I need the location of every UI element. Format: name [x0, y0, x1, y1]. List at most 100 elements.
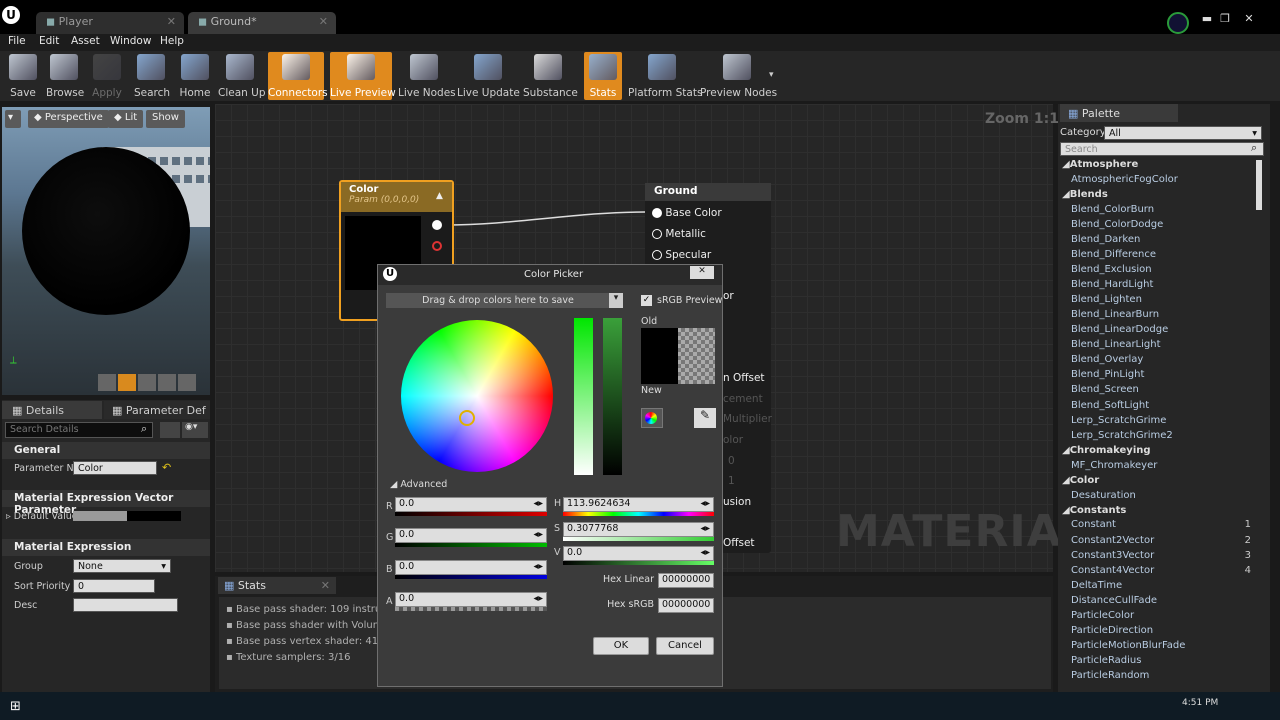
palette-item[interactable]: Blend_HardLight	[1071, 279, 1251, 290]
tab-ground[interactable]: ◼ Ground* ✕	[188, 12, 336, 34]
srgb-preview-checkbox[interactable]: ✓	[641, 295, 652, 306]
palette-item[interactable]: Blend_Difference	[1071, 249, 1251, 260]
toolbar-overflow-icon[interactable]: ▾	[769, 70, 774, 80]
preview-nodes-button[interactable]: Preview Nodes	[700, 52, 777, 100]
save-button[interactable]: Save	[8, 52, 38, 100]
s-value-input[interactable]: 0.3077768 ◂▸	[563, 522, 714, 537]
vector-parameter-section[interactable]: Material Expression Vector Parameter	[2, 490, 210, 516]
palette-category[interactable]: ◢Chromakeying	[1062, 445, 1252, 456]
palette-category[interactable]: ◢Constants	[1062, 505, 1252, 516]
chevron-down-icon[interactable]: ▾	[609, 293, 623, 308]
close-window-button[interactable]: ✕	[1240, 12, 1258, 26]
palette-item[interactable]: Blend_Lighten	[1071, 294, 1251, 305]
palette-item[interactable]: ParticleDirection	[1071, 625, 1251, 636]
live-nodes-button[interactable]: Live Nodes	[398, 52, 456, 100]
collapse-arrow-icon[interactable]: ▲	[436, 191, 443, 201]
color-wheel[interactable]	[401, 320, 553, 472]
h-value-input[interactable]: 113.9624634 ◂▸	[563, 497, 714, 512]
view-options-button[interactable]	[160, 422, 180, 438]
maximize-button[interactable]: ❐	[1216, 12, 1234, 26]
palette-item[interactable]: ParticleMotionBlurFade	[1071, 640, 1251, 651]
source-control-icon[interactable]	[1167, 12, 1189, 34]
clean-up-button[interactable]: Clean Up	[218, 52, 266, 100]
platform-stats-button[interactable]: Platform Stats	[628, 52, 702, 100]
cylinder-shape-button[interactable]	[98, 374, 116, 391]
search-button[interactable]: Search	[134, 52, 170, 100]
palette-search-input[interactable]: Search	[1060, 142, 1264, 156]
minimize-button[interactable]: ▬	[1198, 12, 1216, 26]
r-value-input[interactable]: 0.0 ◂▸	[395, 497, 547, 512]
menu-edit[interactable]: Edit	[39, 35, 59, 47]
cube-shape-button[interactable]	[158, 374, 176, 391]
tab-parameter-defaults[interactable]: ▦ Parameter Def	[104, 401, 210, 419]
live-update-button[interactable]: Live Update	[457, 52, 520, 100]
viewport-options-button[interactable]: ▾	[5, 110, 21, 128]
palette-item[interactable]: MF_Chromakeyer	[1071, 460, 1251, 471]
sort-priority-input[interactable]: 0	[73, 579, 155, 593]
palette-item[interactable]: Blend_ColorDodge	[1071, 219, 1251, 230]
palette-item[interactable]: Constant2Vector 2	[1071, 535, 1251, 546]
palette-item[interactable]: Blend_LinearLight	[1071, 339, 1251, 350]
color-wheel-mode-icon[interactable]	[641, 408, 663, 428]
reset-arrow-icon[interactable]: ↶	[162, 461, 171, 474]
a-value-input[interactable]: 0.0 ◂▸	[395, 592, 547, 607]
output-pin-white[interactable]	[432, 220, 442, 230]
substance-button[interactable]: Substance	[523, 52, 578, 100]
apply-button[interactable]: Apply	[90, 52, 124, 100]
b-value-input[interactable]: 0.0 ◂▸	[395, 560, 547, 575]
ok-button[interactable]: OK	[593, 637, 649, 655]
specular-pin[interactable]: Specular	[652, 249, 711, 261]
palette-scrollbar[interactable]	[1256, 160, 1262, 210]
wheel-selector[interactable]	[459, 410, 475, 426]
sphere-shape-button[interactable]	[118, 374, 136, 391]
palette-item[interactable]: ParticleColor	[1071, 610, 1251, 621]
default-value-swatch[interactable]	[73, 511, 181, 521]
cancel-button[interactable]: Cancel	[656, 637, 714, 655]
tab-palette[interactable]: ▦ Palette	[1060, 104, 1178, 122]
palette-item[interactable]: DistanceCullFade	[1071, 595, 1251, 606]
connectors-button[interactable]: Connectors	[268, 52, 328, 100]
menu-window[interactable]: Window	[110, 35, 151, 47]
palette-item[interactable]: Blend_SoftLight	[1071, 400, 1251, 411]
advanced-toggle[interactable]: ◢ Advanced	[390, 479, 447, 490]
value-slider[interactable]	[603, 318, 622, 475]
palette-item[interactable]: DeltaTime	[1071, 580, 1251, 591]
desc-input[interactable]	[73, 598, 178, 612]
palette-item[interactable]: Blend_ColorBurn	[1071, 204, 1251, 215]
hex-srgb-input[interactable]: 00000000	[658, 598, 714, 613]
palette-item[interactable]: Blend_Exclusion	[1071, 264, 1251, 275]
live-preview-button[interactable]: Live Preview	[330, 52, 396, 100]
palette-item[interactable]: Desaturation	[1071, 490, 1251, 501]
preview-viewport[interactable]: ⟂	[2, 107, 210, 395]
custom-mesh-button[interactable]	[178, 374, 196, 391]
palette-item[interactable]: ParticleRadius	[1071, 655, 1251, 666]
palette-item[interactable]: Constant4Vector 4	[1071, 565, 1251, 576]
saturation-slider[interactable]	[574, 318, 593, 475]
menu-help[interactable]: Help	[160, 35, 184, 47]
windows-start-icon[interactable]: ⊞	[10, 699, 21, 714]
palette-item[interactable]: AtmosphericFogColor	[1071, 174, 1251, 185]
palette-item[interactable]: Blend_Screen	[1071, 384, 1251, 395]
palette-item[interactable]: Blend_Darken	[1071, 234, 1251, 245]
close-icon[interactable]: ✕	[167, 15, 176, 28]
material-expression-section[interactable]: Material Expression	[2, 539, 210, 556]
general-section[interactable]: General	[2, 442, 210, 459]
eyedropper-icon[interactable]: ✎	[694, 408, 716, 428]
g-value-input[interactable]: 0.0 ◂▸	[395, 528, 547, 543]
menu-file[interactable]: File	[8, 35, 26, 47]
palette-category[interactable]: ◢Atmosphere	[1062, 159, 1252, 170]
perspective-button[interactable]: ◆ Perspective	[28, 110, 109, 128]
palette-item[interactable]: Blend_Overlay	[1071, 354, 1251, 365]
category-dropdown[interactable]: All ▾	[1104, 126, 1262, 140]
tab-details[interactable]: ▦ Details	[2, 401, 102, 419]
home-button[interactable]: Home	[178, 52, 212, 100]
base-color-pin[interactable]: Base Color	[652, 207, 722, 219]
palette-item[interactable]: Lerp_ScratchGrime2	[1071, 430, 1251, 441]
show-button[interactable]: Show	[146, 110, 185, 128]
palette-item[interactable]: Blend_LinearDodge	[1071, 324, 1251, 335]
parameter-name-input[interactable]: Color	[73, 461, 157, 475]
stats-button[interactable]: Stats	[584, 52, 622, 100]
v-value-input[interactable]: 0.0 ◂▸	[563, 546, 714, 561]
palette-item[interactable]: ParticleRandom	[1071, 670, 1251, 681]
close-icon[interactable]: ✕	[319, 15, 328, 28]
